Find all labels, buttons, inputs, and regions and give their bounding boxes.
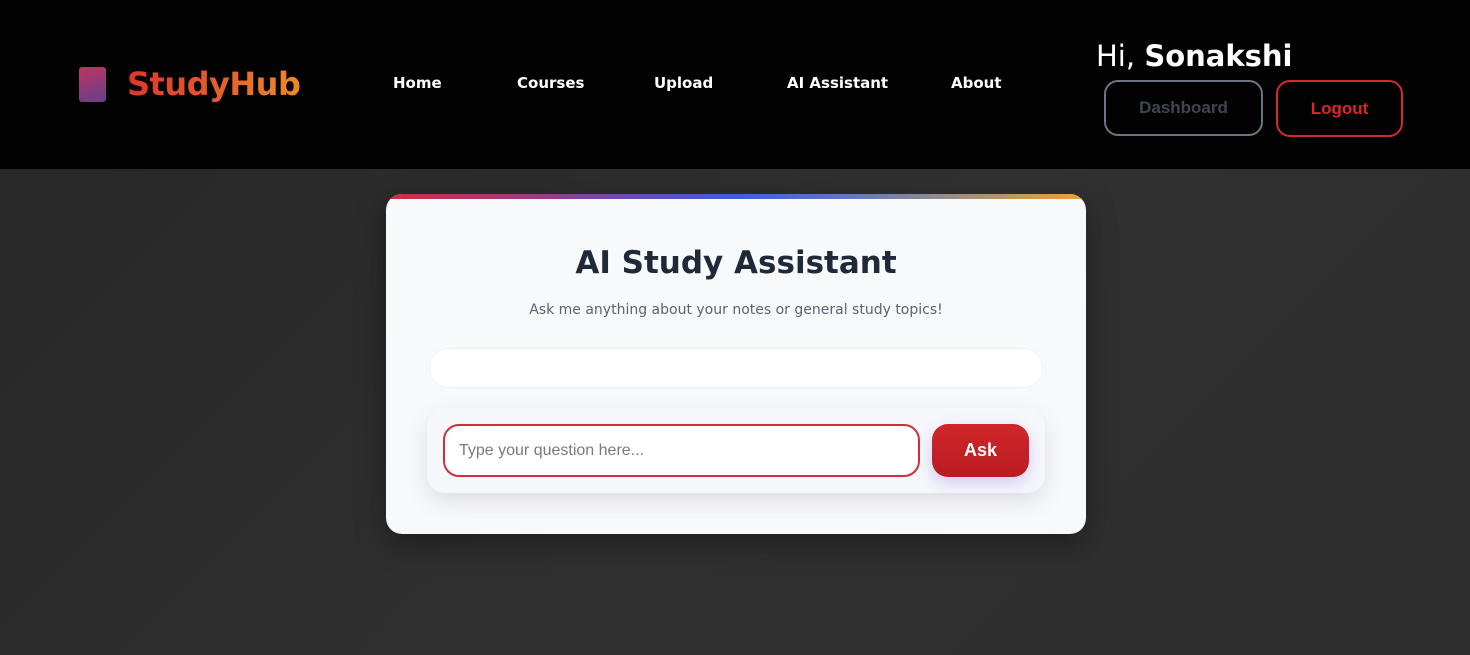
book-icon[interactable]	[79, 67, 106, 102]
page-title: AI Study Assistant	[575, 245, 897, 281]
page-subtitle: Ask me anything about your notes or gene…	[529, 302, 943, 318]
card-accent-bar	[386, 194, 1086, 199]
dashboard-button[interactable]: Dashboard	[1104, 80, 1263, 136]
nav-ai-assistant-link[interactable]: AI Assistant	[787, 73, 888, 93]
top-header: StudyHub Home Courses Upload AI Assistan…	[0, 0, 1470, 169]
chat-response-area	[429, 348, 1043, 388]
user-name: Sonakshi	[1144, 39, 1293, 73]
brand-logo-text[interactable]: StudyHub	[127, 64, 301, 104]
greeting-prefix: Hi,	[1096, 39, 1136, 73]
logout-button[interactable]: Logout	[1276, 80, 1403, 137]
nav-courses-link[interactable]: Courses	[517, 73, 584, 93]
ask-button[interactable]: Ask	[932, 424, 1029, 477]
nav-home-link[interactable]: Home	[393, 73, 442, 93]
nav-about-link[interactable]: About	[951, 73, 1002, 93]
ai-assistant-card: AI Study Assistant Ask me anything about…	[386, 194, 1086, 534]
question-input[interactable]	[443, 424, 920, 477]
question-form: Ask	[427, 408, 1045, 493]
nav-upload-link[interactable]: Upload	[654, 73, 713, 93]
user-greeting: Hi, Sonakshi	[1096, 38, 1292, 74]
